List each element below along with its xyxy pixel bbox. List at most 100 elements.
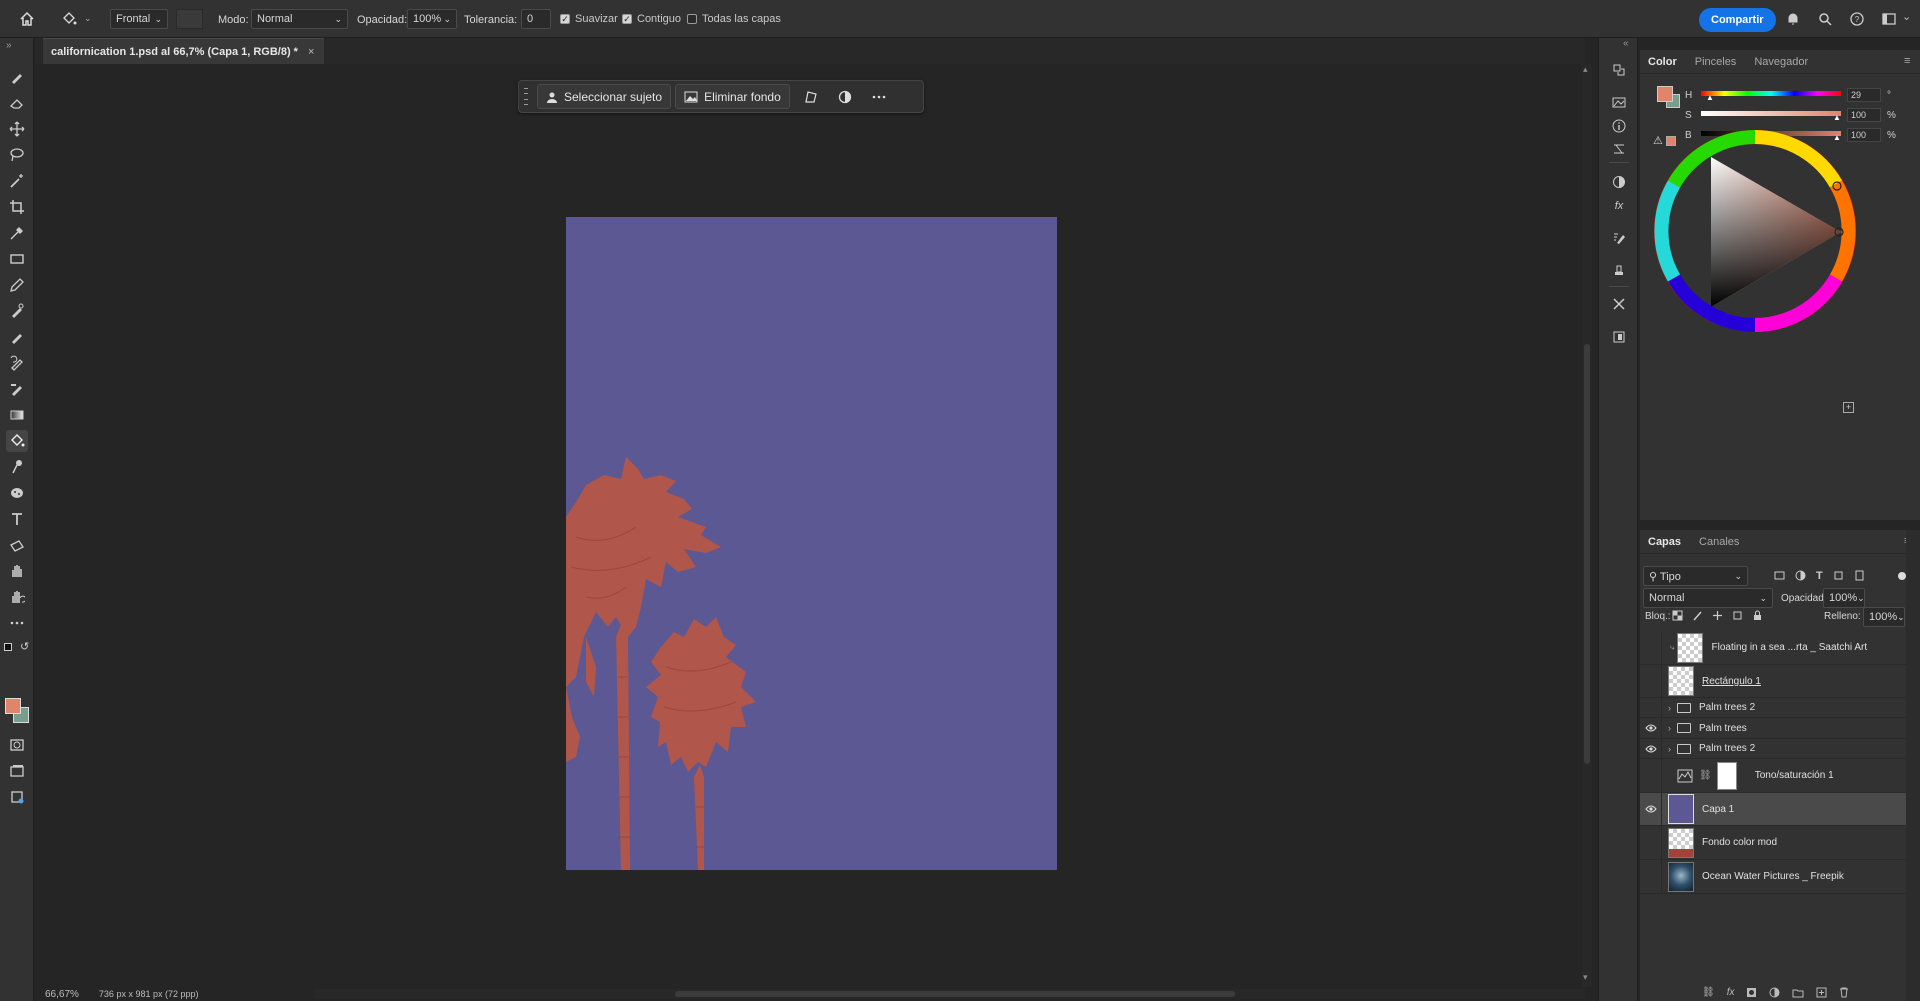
shape-filter-icon[interactable] [1833, 570, 1844, 581]
new-group-icon[interactable] [1792, 988, 1804, 998]
type-tool-icon[interactable] [6, 508, 28, 530]
collapse-arrows-icon[interactable]: » [6, 40, 12, 51]
foreground-color-chip[interactable] [1657, 86, 1673, 102]
gradient-tool-icon[interactable] [6, 404, 28, 426]
layer-row[interactable]: Fondo color mod [1640, 826, 1906, 860]
horizontal-scrollbar[interactable] [315, 989, 1585, 999]
eye-icon[interactable] [1640, 739, 1662, 758]
properties-panel-icon[interactable] [1609, 327, 1629, 347]
lock-pixels-icon[interactable] [1692, 610, 1703, 621]
link-layers-icon[interactable]: ⛓ [1702, 987, 1715, 998]
close-icon[interactable]: × [308, 46, 314, 58]
paths-panel-icon[interactable] [1609, 139, 1629, 159]
foreground-color-swatch[interactable] [5, 698, 21, 714]
document-tab[interactable]: californication 1.psd al 66,7% (Capa 1, … [43, 38, 325, 64]
panel-menu-icon[interactable]: ≡ [1904, 55, 1910, 67]
lock-transparent-icon[interactable] [1672, 610, 1683, 621]
clone-source-icon[interactable] [1609, 260, 1629, 280]
history-panel-icon[interactable] [1609, 60, 1629, 80]
all-layers-checkbox[interactable]: Todas las capas [687, 13, 781, 25]
workspace-chevron-icon[interactable]: ⌄ [1902, 10, 1911, 23]
more-tools-icon[interactable] [6, 612, 28, 634]
fill-input[interactable]: 100% ⌄ [1863, 607, 1905, 627]
mode-select[interactable]: Normal ⌄ [251, 9, 348, 29]
eye-icon[interactable] [1640, 718, 1662, 738]
quick-mask-icon[interactable] [6, 734, 28, 756]
expand-chevron-icon[interactable]: › [1668, 703, 1671, 713]
tolerance-input[interactable]: 0 [521, 9, 551, 29]
chain-link-icon[interactable]: ⛓ [1699, 770, 1712, 781]
expand-chevron-icon[interactable]: › [1668, 723, 1671, 733]
libraries-panel-icon[interactable] [1609, 92, 1629, 112]
brush-settings-icon[interactable] [1609, 228, 1629, 248]
transform-icon[interactable] [800, 86, 822, 108]
layer-row[interactable]: Rectángulo 1 [1640, 665, 1906, 698]
help-icon[interactable]: ? [1846, 8, 1868, 30]
layer-filter-select[interactable]: ⚲ Tipo ⌄ [1643, 566, 1748, 586]
info-panel-icon[interactable] [1609, 116, 1629, 136]
scroll-up-icon[interactable]: ▴ [1583, 64, 1588, 75]
contiguous-checkbox[interactable]: ✓ Contiguo [622, 13, 681, 25]
lock-position-icon[interactable] [1712, 610, 1723, 621]
adjustments-panel-icon[interactable] [1609, 172, 1629, 192]
healing-brush-icon[interactable] [6, 300, 28, 322]
horizontal-scroll-thumb[interactable] [675, 991, 1235, 997]
rotate-view-icon[interactable] [6, 586, 28, 608]
smart-object-filter-icon[interactable] [1854, 570, 1865, 581]
zoom-level[interactable]: 66,67% [45, 989, 79, 1000]
type-filter-icon[interactable]: T [1816, 570, 1823, 582]
default-colors-icon[interactable] [4, 643, 12, 651]
pencil-tool-icon[interactable] [6, 274, 28, 296]
tab-channels[interactable]: Canales [1699, 536, 1739, 548]
layer-row-selected[interactable]: Capa 1 [1640, 793, 1906, 826]
lock-artboard-icon[interactable] [1732, 610, 1743, 621]
home-icon[interactable] [16, 8, 38, 30]
visibility-toggle-off[interactable] [1640, 698, 1662, 717]
brush-tool-icon[interactable] [6, 66, 28, 88]
layer-row[interactable]: Ocean Water Pictures _ Freepik [1640, 860, 1906, 894]
visibility-toggle-off[interactable] [1640, 665, 1662, 697]
smooth-checkbox[interactable]: ✓ Suavizar [560, 13, 618, 25]
layer-row[interactable]: ⛓ Tono/saturación 1 [1640, 759, 1906, 793]
fill-source-select[interactable]: Frontal ⌄ [110, 9, 168, 29]
trash-icon[interactable] [1839, 987, 1849, 998]
layer-row[interactable]: ⤷ Floating in a sea ...rta _ Saatchi Art [1640, 631, 1906, 665]
brush-variant-icon[interactable] [6, 326, 28, 348]
styles-fx-icon[interactable]: fx [1609, 196, 1629, 216]
select-subject-button[interactable]: Seleccionar sujeto [537, 84, 672, 109]
hand-tool-icon[interactable] [6, 560, 28, 582]
add-mask-icon[interactable] [1746, 987, 1757, 998]
panel-scrollbar[interactable] [1906, 530, 1920, 1001]
bell-icon[interactable] [1782, 8, 1804, 30]
more-options-icon[interactable] [868, 86, 890, 108]
hue-value-input[interactable]: 29 [1847, 88, 1881, 102]
eyedropper-icon[interactable] [6, 222, 28, 244]
saturation-slider[interactable]: ▲ [1701, 108, 1841, 122]
layer-opacity-input[interactable]: 100% ⌄ [1823, 588, 1865, 608]
visibility-toggle-off[interactable] [1640, 860, 1662, 893]
new-layer-icon[interactable] [1816, 987, 1827, 998]
tools-preset-icon[interactable] [1609, 294, 1629, 314]
frame-tool-icon[interactable] [6, 786, 28, 808]
share-button[interactable]: Compartir [1699, 8, 1776, 32]
smudge-tool-icon[interactable] [6, 456, 28, 478]
tab-color[interactable]: Color [1648, 56, 1677, 68]
lasso-tool-icon[interactable] [6, 144, 28, 166]
swap-colors-icon[interactable]: ↺ [20, 640, 29, 653]
new-adjustment-icon[interactable] [1769, 987, 1780, 998]
saturation-value-input[interactable]: 100 [1847, 108, 1881, 122]
lock-all-icon[interactable] [1752, 610, 1763, 621]
blend-mode-select[interactable]: Normal ⌄ [1643, 588, 1773, 608]
tab-brushes[interactable]: Pinceles [1695, 56, 1737, 68]
eraser-tool-icon[interactable] [6, 92, 28, 114]
visibility-toggle-off[interactable] [1640, 826, 1662, 859]
workspace-icon[interactable] [1878, 8, 1900, 30]
visibility-toggle-off[interactable] [1640, 759, 1662, 792]
layer-mask-thumbnail[interactable] [1716, 761, 1737, 790]
vertical-scroll-thumb[interactable] [1584, 344, 1590, 764]
remove-background-button[interactable]: Eliminar fondo [675, 84, 790, 109]
crop-tool-icon[interactable] [6, 196, 28, 218]
expand-chevron-icon[interactable]: › [1668, 744, 1671, 754]
sponge-tool-icon[interactable] [6, 482, 28, 504]
adjustment-icon[interactable] [834, 86, 856, 108]
